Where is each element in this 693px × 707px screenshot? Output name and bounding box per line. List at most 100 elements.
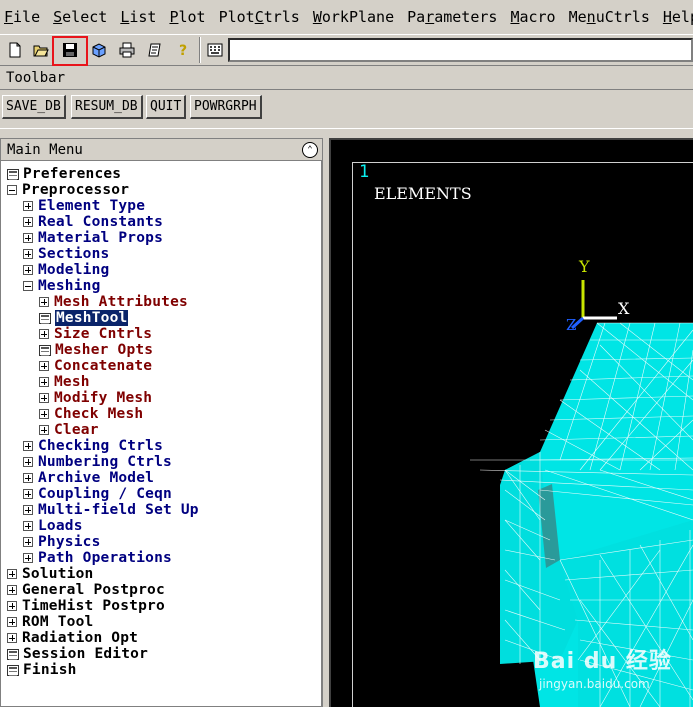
expand-icon[interactable] bbox=[39, 393, 49, 403]
menu-tree-item-clear[interactable]: Clear bbox=[39, 422, 99, 438]
save-db-button[interactable]: SAVE_DB bbox=[2, 95, 66, 119]
expand-icon[interactable] bbox=[23, 441, 33, 451]
menu-item-plotctrls[interactable]: PlotCtrls bbox=[219, 8, 300, 26]
menu-tree-item-timehist-postpro[interactable]: TimeHist Postpro bbox=[7, 598, 165, 614]
menu-tree-item-preprocessor[interactable]: Preprocessor bbox=[7, 182, 129, 198]
expand-icon[interactable] bbox=[23, 457, 33, 467]
command-icon[interactable] bbox=[39, 312, 51, 324]
menu-tree-label: Check Mesh bbox=[54, 406, 144, 422]
menu-tree-item-modeling[interactable]: Modeling bbox=[23, 262, 109, 278]
menu-tree-item-numbering-ctrls[interactable]: Numbering Ctrls bbox=[23, 454, 172, 470]
expand-icon[interactable] bbox=[39, 329, 49, 339]
expand-icon[interactable] bbox=[23, 505, 33, 515]
expand-icon[interactable] bbox=[23, 553, 33, 563]
menu-item-macro[interactable]: Macro bbox=[510, 8, 555, 26]
menu-tree-item-general-postproc[interactable]: General Postproc bbox=[7, 582, 165, 598]
menu-tree-item-sections[interactable]: Sections bbox=[23, 246, 109, 262]
menu-tree-label: Size Cntrls bbox=[54, 326, 153, 342]
expand-icon[interactable] bbox=[7, 569, 17, 579]
menu-tree-item-loads[interactable]: Loads bbox=[23, 518, 83, 534]
expand-icon[interactable] bbox=[23, 265, 33, 275]
menu-tree-item-archive-model[interactable]: Archive Model bbox=[23, 470, 154, 486]
expand-icon[interactable] bbox=[7, 585, 17, 595]
panel-divider bbox=[0, 128, 693, 136]
expand-icon[interactable] bbox=[7, 617, 17, 627]
menu-tree-item-mesher-opts[interactable]: Mesher Opts bbox=[39, 342, 153, 358]
menu-bar: File Select List Plot PlotCtrls WorkPlane Para… bbox=[0, 0, 693, 34]
help-icon[interactable]: ? bbox=[172, 39, 194, 61]
menu-tree-item-real-constants[interactable]: Real Constants bbox=[23, 214, 163, 230]
menu-tree-label: Solution bbox=[22, 566, 94, 582]
expand-icon[interactable] bbox=[23, 201, 33, 211]
command-icon[interactable] bbox=[7, 168, 19, 180]
menu-item-parameters[interactable]: Parameters bbox=[407, 8, 497, 26]
expand-icon[interactable] bbox=[7, 601, 17, 611]
menu-tree-item-check-mesh[interactable]: Check Mesh bbox=[39, 406, 143, 422]
resum-db-button[interactable]: RESUM_DB bbox=[71, 95, 143, 119]
menu-item-list[interactable]: List bbox=[120, 8, 156, 26]
cube-icon[interactable] bbox=[88, 39, 110, 61]
report-icon[interactable] bbox=[144, 39, 166, 61]
menu-tree-label: Session Editor bbox=[23, 646, 149, 662]
command-icon[interactable] bbox=[7, 648, 19, 660]
expand-icon[interactable] bbox=[39, 377, 49, 387]
menu-tree-item-modify-mesh[interactable]: Modify Mesh bbox=[39, 390, 152, 406]
menu-tree-label: Modeling bbox=[38, 262, 110, 278]
menu-tree-item-mesh-attributes[interactable]: Mesh Attributes bbox=[39, 294, 188, 310]
expand-icon[interactable] bbox=[23, 473, 33, 483]
keyboard-icon[interactable] bbox=[204, 39, 226, 61]
menu-tree-item-finish[interactable]: Finish bbox=[7, 662, 77, 678]
expand-icon[interactable] bbox=[23, 217, 33, 227]
menu-tree-label: Finish bbox=[23, 662, 77, 678]
collapse-node-icon[interactable] bbox=[7, 185, 17, 195]
print-icon[interactable] bbox=[116, 39, 138, 61]
menu-item-file[interactable]: File bbox=[4, 8, 40, 26]
menu-tree-item-mesh[interactable]: Mesh bbox=[39, 374, 90, 390]
expand-icon[interactable] bbox=[39, 297, 49, 307]
command-input[interactable] bbox=[228, 38, 693, 62]
menu-tree-item-element-type[interactable]: Element Type bbox=[23, 198, 145, 214]
menu-tree-label: Modify Mesh bbox=[54, 390, 153, 406]
expand-icon[interactable] bbox=[39, 361, 49, 371]
graphics-window[interactable] bbox=[329, 138, 693, 707]
menu-tree-item-solution[interactable]: Solution bbox=[7, 566, 93, 582]
expand-icon[interactable] bbox=[39, 409, 49, 419]
menu-item-help[interactable]: Help bbox=[663, 8, 693, 26]
expand-icon[interactable] bbox=[23, 537, 33, 547]
menu-tree-item-concatenate[interactable]: Concatenate bbox=[39, 358, 152, 374]
command-icon[interactable] bbox=[7, 664, 19, 676]
menu-item-select[interactable]: Select bbox=[53, 8, 107, 26]
menu-tree-label: Path Operations bbox=[38, 550, 172, 566]
expand-icon[interactable] bbox=[7, 633, 17, 643]
expand-icon[interactable] bbox=[23, 249, 33, 259]
expand-icon[interactable] bbox=[23, 521, 33, 531]
menu-tree-item-meshtool[interactable]: MeshTool bbox=[39, 310, 129, 326]
menu-tree-item-coupling-ceqn[interactable]: Coupling / Ceqn bbox=[23, 486, 172, 502]
powrgrph-button[interactable]: POWRGRPH bbox=[190, 95, 262, 119]
collapse-icon[interactable]: ⌃ bbox=[302, 142, 318, 158]
menu-tree-item-multi-field-set-up[interactable]: Multi-field Set Up bbox=[23, 502, 199, 518]
menu-tree-item-session-editor[interactable]: Session Editor bbox=[7, 646, 148, 662]
new-file-icon[interactable] bbox=[4, 39, 26, 61]
command-icon[interactable] bbox=[39, 344, 51, 356]
open-folder-icon[interactable] bbox=[30, 39, 52, 61]
menu-tree-item-size-cntrls[interactable]: Size Cntrls bbox=[39, 326, 152, 342]
menu-tree-item-meshing[interactable]: Meshing bbox=[23, 278, 101, 294]
menu-tree-label: Coupling / Ceqn bbox=[38, 486, 172, 502]
menu-item-menuctrls[interactable]: MenuCtrls bbox=[569, 8, 650, 26]
collapse-node-icon[interactable] bbox=[23, 281, 33, 291]
menu-tree-item-physics[interactable]: Physics bbox=[23, 534, 101, 550]
menu-tree-item-path-operations[interactable]: Path Operations bbox=[23, 550, 172, 566]
menu-tree-item-checking-ctrls[interactable]: Checking Ctrls bbox=[23, 438, 163, 454]
menu-tree-label: General Postproc bbox=[22, 582, 165, 598]
quit-button[interactable]: QUIT bbox=[146, 95, 187, 119]
menu-item-plot[interactable]: Plot bbox=[169, 8, 205, 26]
expand-icon[interactable] bbox=[23, 233, 33, 243]
expand-icon[interactable] bbox=[23, 489, 33, 499]
expand-icon[interactable] bbox=[39, 425, 49, 435]
menu-tree-item-material-props[interactable]: Material Props bbox=[23, 230, 163, 246]
menu-tree-item-rom-tool[interactable]: ROM Tool bbox=[7, 614, 93, 630]
menu-tree-item-preferences[interactable]: Preferences bbox=[7, 166, 121, 182]
menu-item-workplane[interactable]: WorkPlane bbox=[313, 8, 394, 26]
menu-tree-item-radiation-opt[interactable]: Radiation Opt bbox=[7, 630, 138, 646]
